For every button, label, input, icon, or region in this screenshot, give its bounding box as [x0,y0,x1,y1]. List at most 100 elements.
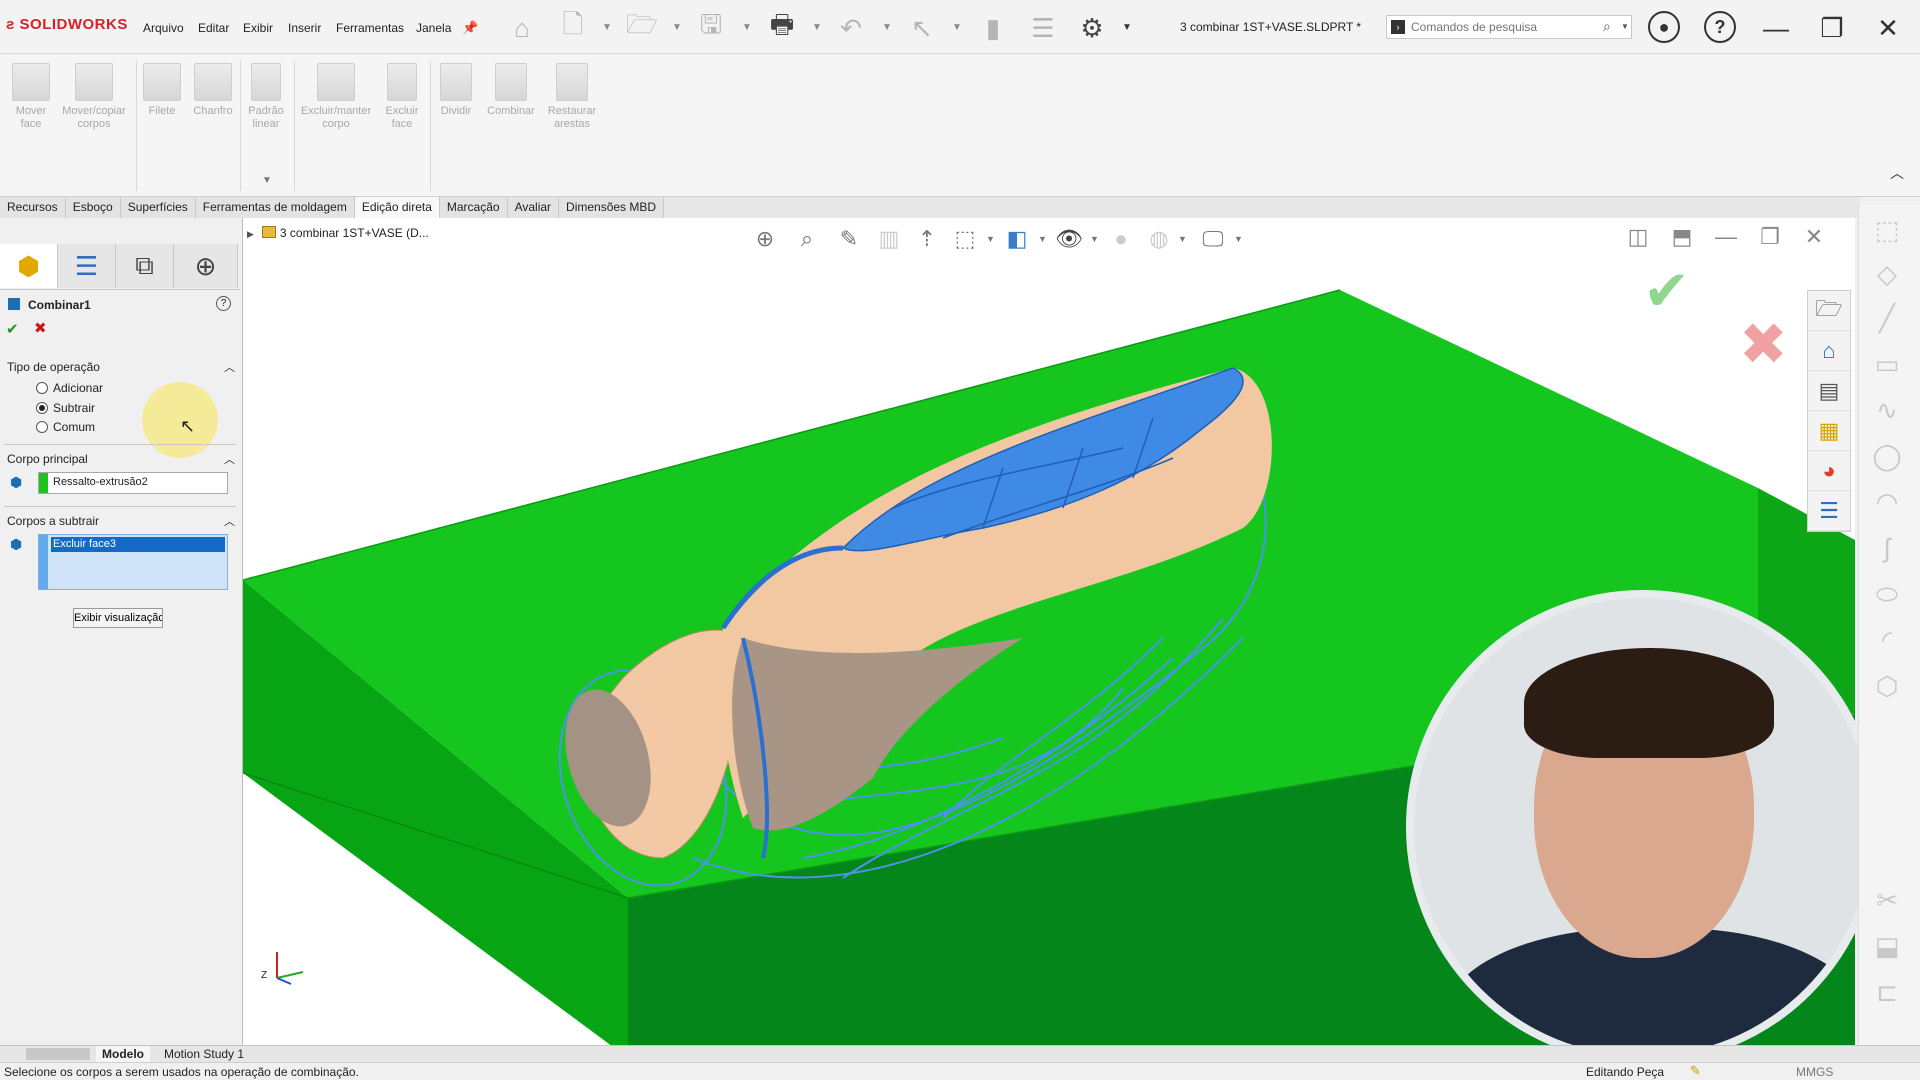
chevron-down-icon[interactable]: ▼ [952,22,962,33]
chevron-down-icon[interactable]: ▼ [1621,22,1629,31]
configuration-manager-tab-icon[interactable]: ⧉ [116,244,174,288]
dynamic-annotation-icon[interactable]: ⇡ [910,222,944,256]
breadcrumb[interactable]: ▶ 3 combinar 1ST+VASE (D... [247,226,429,240]
main-body-header[interactable]: Corpo principal ︿ [7,452,235,466]
chevron-down-icon[interactable]: ▼ [742,22,752,33]
maximize-icon[interactable]: ❐ [1812,8,1852,48]
home-icon[interactable]: ⌂ [505,11,539,45]
offset-icon[interactable]: ⊏ [1867,977,1907,1011]
minimize-icon[interactable]: — [1756,8,1796,48]
move-face-button[interactable]: Mover face [8,63,54,131]
file-properties-icon[interactable]: ☰ [1026,11,1060,45]
chamfer-button[interactable]: Chanfro [190,63,236,118]
tab-edicao-direta[interactable]: Edição direta [354,197,440,218]
radio-button[interactable] [36,382,48,394]
tab-recursos[interactable]: Recursos [0,197,66,218]
show-preview-button[interactable]: Exibir visualização [73,608,163,628]
menu-editar[interactable]: Editar [198,21,229,35]
tab-marcacao[interactable]: Marcação [439,197,508,218]
undo-icon[interactable]: ↶ [834,11,868,45]
search-icon[interactable]: ⌕ [1603,18,1611,35]
bodies-to-subtract-header[interactable]: Corpos a subtrair ︿ [7,514,235,528]
tab-modelo[interactable]: Modelo [96,1046,150,1062]
trim-icon[interactable]: ✂ [1867,885,1907,919]
sketch-icon[interactable]: ⬚ [1867,215,1907,249]
radio-button[interactable] [36,402,48,414]
save-icon[interactable]: 🖫 [694,9,728,45]
extrude-icon[interactable]: ⬓ [1867,931,1907,965]
dimxpert-manager-tab-icon[interactable]: ⊕ [174,244,238,288]
apply-scene-icon[interactable]: ◍ [1142,222,1176,256]
viewport-close-icon[interactable]: ✕ [1799,222,1829,252]
tab-ferramentas-moldagem[interactable]: Ferramentas de moldagem [195,197,355,218]
rectangle-icon[interactable]: ▭ [1867,349,1907,383]
tab-dimensoes-mbd[interactable]: Dimensões MBD [559,197,665,218]
chevron-down-icon[interactable]: ▼ [812,22,822,33]
list-item[interactable]: Excluir face3 [51,537,225,552]
view-orientation-icon[interactable]: ⬚ [948,222,982,256]
restore-edges-button[interactable]: Restaurar arestas [542,63,602,131]
chevron-down-icon[interactable]: ▼ [986,234,995,244]
bodies-to-subtract-list[interactable]: Excluir face3 [38,534,228,590]
chevron-down-icon[interactable]: ▼ [602,22,612,33]
operation-type-header[interactable]: Tipo de operação ︿ [7,360,235,374]
spline-icon[interactable]: ∿ [1867,395,1907,429]
curve-icon[interactable]: ∫ [1867,533,1907,567]
chevron-right-icon[interactable]: ▶ [247,229,254,239]
split-view-left-icon[interactable]: ◫ [1623,222,1653,252]
help-icon[interactable]: ? [216,296,231,311]
help-icon[interactable]: ? [1704,11,1736,43]
delete-face-button[interactable]: Excluir face [380,63,424,131]
menu-exibir[interactable]: Exibir [243,21,273,35]
radio-button[interactable] [36,421,48,433]
chevron-down-icon[interactable]: ▼ [1234,234,1243,244]
fillet-sketch-icon[interactable]: ◜ [1867,625,1907,659]
tab-navigation-arrows[interactable] [26,1048,90,1060]
confirm-corner-ok-icon[interactable]: ✔ [1643,258,1690,324]
polygon-icon[interactable]: ⬡ [1867,671,1907,705]
tab-superficies[interactable]: Superfícies [120,197,196,218]
chevron-up-icon[interactable]: ︿ [224,451,235,467]
circle-icon[interactable]: ◯ [1867,441,1907,475]
arc-icon[interactable]: ◠ [1867,487,1907,521]
section-view-icon[interactable]: ▥ [872,222,906,256]
ok-check-icon[interactable]: ✔ [6,320,19,338]
split-view-top-icon[interactable]: ⬒ [1667,222,1697,252]
print-icon[interactable]: 🖶 [765,9,799,45]
feature-manager-tab-icon[interactable]: ⬢ [0,244,58,288]
edit-appearance-icon[interactable]: ● [1104,222,1138,256]
confirm-corner-cancel-icon[interactable]: ✖ [1739,310,1788,378]
cancel-x-icon[interactable]: ✖ [34,319,47,337]
home-icon[interactable]: ⌂ [1808,331,1850,371]
cursor-icon[interactable]: ↖ [905,11,939,45]
selected-body-text[interactable]: Ressalto-extrusão2 [53,476,148,488]
design-library-icon[interactable]: ▤ [1808,371,1850,411]
chevron-down-icon[interactable]: ▼ [882,22,892,33]
combine-button[interactable]: Combinar [482,63,540,118]
zoom-to-area-icon[interactable]: ⌕ [790,222,824,256]
command-search[interactable]: › ⌕ ▼ [1386,15,1632,39]
display-style-icon[interactable]: ◧ [1000,222,1034,256]
open-folder-icon[interactable]: 🗁 [625,9,659,45]
search-input[interactable] [1411,18,1591,36]
tab-avaliar[interactable]: Avaliar [507,197,560,218]
smart-dimension-icon[interactable]: ◇ [1867,259,1907,293]
ellipse-icon[interactable]: ⬭ [1867,579,1907,613]
gear-icon[interactable]: ⚙ [1075,11,1109,45]
menu-inserir[interactable]: Inserir [288,21,321,35]
chevron-down-icon[interactable]: ▼ [672,22,682,33]
menu-janela[interactable]: Janela [416,21,451,35]
open-folder-icon[interactable]: 🗁 [1808,291,1850,331]
rebuild-icon[interactable]: ▮ [976,11,1010,45]
pin-menu-icon[interactable]: 📌 [462,20,478,36]
split-button[interactable]: Dividir [434,63,478,118]
appearances-icon[interactable]: ◕ [1808,451,1850,491]
previous-view-icon[interactable]: ✎ [832,222,866,256]
new-document-icon[interactable]: 🗋 [556,9,590,45]
chevron-down-icon[interactable]: ▼ [1178,234,1187,244]
move-copy-bodies-button[interactable]: Mover/copiar corpos [58,63,130,131]
option-subtrair[interactable]: Subtrair [36,401,95,415]
linear-pattern-button[interactable]: Padrão linear [244,63,288,131]
rebuild-status-icon[interactable]: ✎ [1690,1063,1701,1079]
close-icon[interactable]: ✕ [1868,8,1908,48]
